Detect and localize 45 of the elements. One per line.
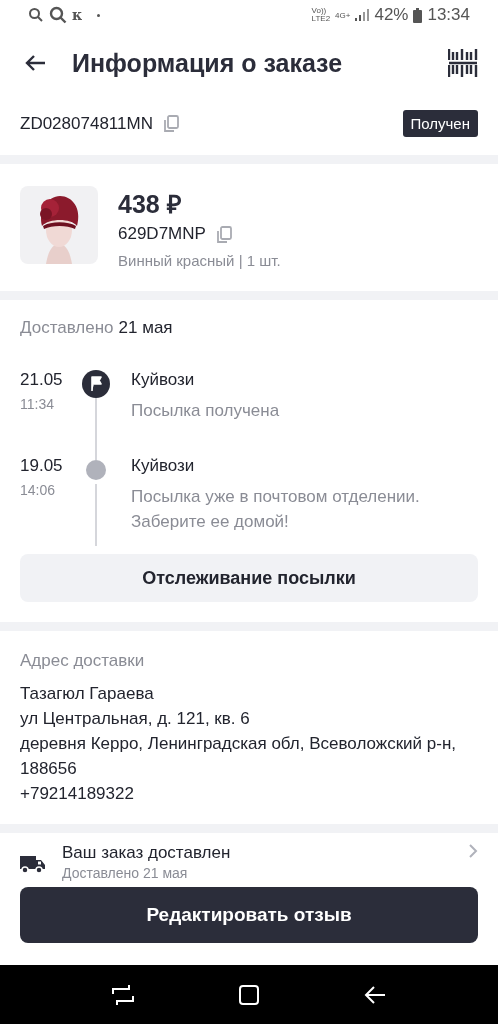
home-icon[interactable] [239, 984, 259, 1005]
price: 438 ₽ [118, 189, 183, 220]
signal-icon [355, 9, 370, 21]
event-time: 11:34 [20, 396, 55, 412]
recipient-name: Тазагюл Гараева [20, 683, 155, 705]
search-icon [28, 7, 44, 23]
search-icon [49, 6, 67, 24]
address-heading: Адрес доставки [20, 651, 146, 671]
battery-icon [413, 7, 423, 23]
status-badge: Получен [402, 110, 478, 137]
back-icon[interactable] [363, 984, 386, 1005]
event-date: 19.05 [20, 456, 64, 476]
phone-number: +79214189322 [20, 783, 135, 805]
carrier-name: Куйвози [131, 456, 196, 476]
address-line: деревня Керро, Ленинградская обл, Всеволожский р-н, 188656 [20, 733, 458, 780]
lte-label: LTE2 [311, 15, 331, 23]
back-arrow-icon [24, 54, 46, 72]
page-title: Информация о заказе [72, 48, 344, 78]
event-time: 14:06 [20, 482, 57, 498]
shipping-subtitle: Доставлено 21 мая [62, 865, 189, 881]
address-line: ул Центральная, д. 121, кв. 6 [20, 708, 251, 730]
chevron-right-icon [468, 843, 478, 859]
event-description: Посылка получена [131, 400, 281, 422]
order-number: ZD028074811MN [20, 113, 153, 134]
event-description: Посылка уже в почтовом отделении. Заберите ее домой! [131, 486, 421, 533]
track-parcel-button[interactable]: Отслеживание посылки [20, 554, 478, 602]
carrier-name: Куйвози [131, 370, 196, 390]
product-variant: Винный красный | 1 шт. [118, 252, 281, 269]
truck-icon [20, 853, 46, 875]
recent-apps-icon[interactable] [112, 984, 135, 1005]
network-label: 4G+ [335, 10, 351, 20]
barcode-icon[interactable] [448, 48, 478, 78]
notification-dot [97, 13, 101, 17]
delivered-label: Доставлено [20, 318, 114, 337]
shipping-status-row[interactable]: Ваш заказ доставлен Доставлено 21 мая [0, 833, 498, 881]
battery-percent: 42% [374, 5, 409, 25]
event-date: 21.05 [20, 370, 64, 390]
volte-label: Vo)) [311, 7, 327, 15]
flag-icon [82, 370, 110, 398]
clock: 13:34 [427, 5, 470, 25]
notification-letter: к [72, 7, 83, 23]
edit-review-button[interactable]: Редактировать отзыв [20, 887, 478, 943]
delivered-date: 21 мая [118, 318, 173, 337]
product-sku: 629D7MNP [118, 224, 206, 244]
shipping-title: Ваш заказ доставлен [62, 843, 232, 863]
